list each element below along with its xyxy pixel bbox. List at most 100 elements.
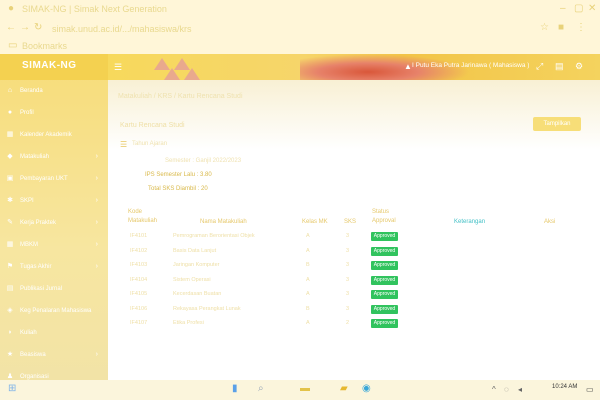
header-keterangan[interactable]: Keterangan [454,218,485,227]
start-menu-icon[interactable]: ⊞ [8,383,16,394]
cell-kode: IF4101 [130,233,148,239]
notification-icon[interactable]: ▭ [586,385,594,394]
browser-tabstrip: ● SIMAK-NG | Simak Next Generation – ▢ ✕ [0,0,600,18]
cell-sks: 3 [346,262,350,268]
filter-button[interactable]: Tampilkan [533,117,581,131]
sidebar-item-label: Tugas Akhir [20,264,52,270]
settings-gear-icon[interactable]: ⚙ [575,61,583,72]
table-row[interactable]: IF4105 Kecerdasan Buatan A 3 Approved [118,288,578,302]
sidebar-item-mbkm[interactable]: ▦ MBKM › [0,236,108,256]
tray-volume-icon[interactable]: ◂ [518,385,522,394]
table-row[interactable]: IF4103 Jaringan Komputer B 3 Approved [118,259,578,273]
address-field[interactable]: simak.unud.ac.id/.../mahasiswa/krs [52,24,192,34]
table-row[interactable]: IF4101 Pemrograman Berorientasi Objek A 3 Ap… [118,230,578,244]
cell-kode: IF4104 [130,276,148,283]
user-name[interactable]: I Putu Eka Putra Jarinawa ( Mahasiswa ) [412,62,529,69]
sidebar-item-kerja-praktek[interactable]: ✎ Kerja Praktek › [0,214,108,234]
table-row[interactable]: IF4107 Etika Profesi A 2 Approved [118,317,578,331]
taskbar-browser-icon[interactable]: ◉ [362,383,371,394]
content-banner [108,80,600,150]
sidebar-item-keg-penalaran-mahasiswa[interactable]: ◈ Keg Penalaran Mahasiswa [0,302,108,322]
sidebar-item-skpi[interactable]: ✱ SKPI › [0,192,108,212]
cell-sks: 2 [346,320,350,326]
table-row[interactable]: IF4106 Rekayasa Perangkat Lunak B 3 Approved [118,303,578,317]
header-kelas[interactable]: Kelas MK [302,218,328,227]
sidebar-item-profil[interactable]: ● Profil [0,104,108,124]
doc-icon: ▤ [6,285,14,292]
header-nama[interactable]: Nama Matakuliah [200,218,280,227]
taskbar-clock[interactable]: 10:24 AM [552,384,577,390]
maximize-icon[interactable]: ▢ [574,3,583,15]
expand-icon[interactable]: ⤢ [536,61,543,72]
menu-dots-icon[interactable]: ⋮ [576,22,586,34]
header-sks[interactable]: SKS [344,218,356,227]
chevron-right-icon: › [95,351,98,358]
taskbar-app-icon[interactable]: ▮ [232,383,238,394]
tag-icon: ◗ [7,329,13,336]
table-row[interactable]: IF4104 Sistem Operasi A 3 Approved [118,274,578,288]
sidebar-item-publikasi-jurnal[interactable]: ▤ Publikasi Jurnal [0,280,108,300]
tray-network-icon[interactable]: ◌ [504,385,509,394]
status-badge: Approved [371,232,398,241]
chevron-right-icon: › [95,219,98,226]
table-row[interactable]: IF4102 Basis Data Lanjut A 3 Approved [118,245,578,259]
print-icon[interactable]: ▤ [555,61,564,72]
header-status[interactable]: Status Approval [372,208,406,226]
book-icon: ◆ [7,153,13,160]
sidebar-item-tugas-akhir[interactable]: ⚑ Tugas Akhir › [0,258,108,278]
bookmark-label[interactable]: Bookmarks [22,41,67,51]
close-icon[interactable]: ✕ [588,3,596,15]
cell-kode: IF4103 [130,262,148,268]
brand-title[interactable]: SIMAK-NG [22,60,77,71]
minimize-icon[interactable]: – [560,3,566,15]
sidebar-item-matakuliah[interactable]: ◆ Matakuliah › [0,148,108,168]
sidebar-item-label: MBKM [20,242,38,248]
tray-arrow-icon[interactable]: ^ [492,385,496,394]
sidebar-item-kalender-akademik[interactable]: ▦ Kalender Akademik [0,126,108,146]
cell-nama: Rekayasa Perangkat Lunak [173,305,241,312]
header-aksi[interactable]: Aksi [544,218,555,227]
bookmark-folder-icon[interactable]: ▭ [8,40,17,52]
status-badge: Approved [371,290,398,299]
cell-nama: Pemrograman Berorientasi Objek [173,233,255,239]
forward-icon[interactable]: → [20,22,30,34]
chevron-right-icon: › [95,197,98,204]
header-kode[interactable]: Kode Matakuliah [128,208,168,226]
sidebar-item-pembayaran-ukt[interactable]: ▣ Pembayaran UKT › [0,170,108,190]
sidebar-item-beranda[interactable]: ⌂ Beranda [0,82,108,102]
cell-kelas: B [306,262,310,268]
cell-nama: Kecerdasan Buatan [173,291,222,297]
wrench-icon: ✎ [7,219,13,226]
cell-kelas: A [306,291,310,297]
reload-icon[interactable]: ↻ [34,22,42,34]
calendar-icon: ▦ [6,131,14,138]
cell-sks: 3 [346,276,350,283]
wallet-icon: ▣ [6,175,14,182]
taskbar-folder-icon[interactable]: ▬ [300,383,310,394]
cell-sks: 3 [346,247,350,254]
status-badge: Approved [371,304,398,314]
sidebar-item-beasiswa[interactable]: ★ Beasiswa › [0,346,108,366]
taskbar-search-icon[interactable]: ⌕ [258,383,264,394]
browser-tab-title[interactable]: SIMAK-NG | Simak Next Generation [22,4,167,14]
bulb-icon: ◈ [7,307,13,314]
cell-kelas: A [306,276,310,283]
address-bar-row: ← → ↻ simak.unud.ac.id/.../mahasiswa/krs… [0,18,600,38]
sidebar-item-label: Keg Penalaran Mahasiswa [20,308,92,314]
sidebar-item-label: Matakuliah [20,154,50,160]
cell-kode: IF4107 [130,320,148,326]
sidebar-item-label: Beranda [20,88,43,94]
back-icon[interactable]: ← [6,22,16,34]
extension-icon[interactable]: ■ [558,22,564,34]
browser-chrome: ● SIMAK-NG | Simak Next Generation – ▢ ✕… [0,0,600,54]
sidebar-item-label: Profil [20,110,34,116]
cell-kelas: A [306,247,310,254]
status-badge: Approved [371,246,398,256]
star-bookmark-icon[interactable]: ☆ [540,22,549,34]
cell-kelas: A [306,320,310,326]
taskbar-files-icon[interactable]: ▰ [340,383,348,394]
cell-nama: Sistem Operasi [173,276,211,283]
hamburger-menu-icon[interactable]: ☰ [114,62,122,73]
sidebar-item-kuliah[interactable]: ◗ Kuliah [0,324,108,344]
user-icon: ▲ [404,62,412,71]
